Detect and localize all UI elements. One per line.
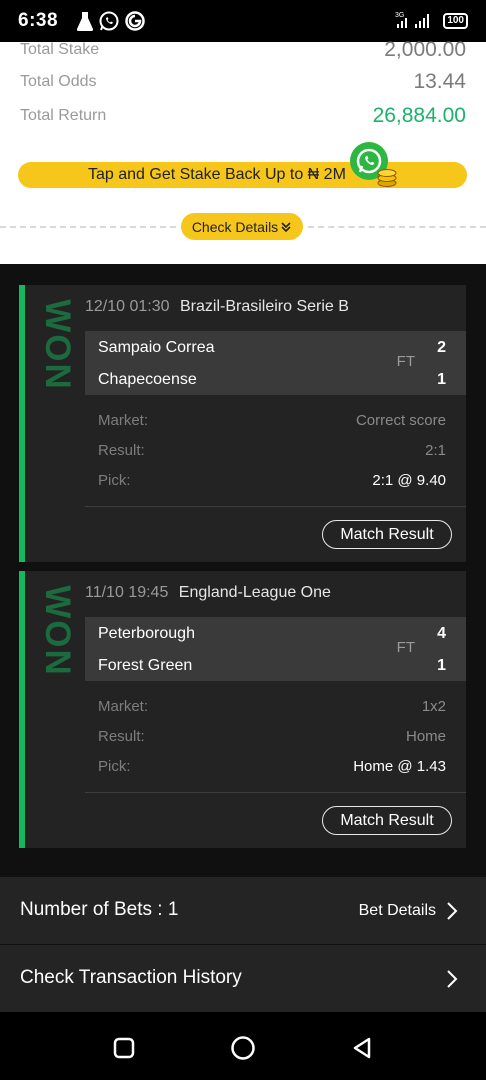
home-score: 2 — [437, 339, 446, 356]
signal-icon: 3G — [395, 12, 430, 28]
total-odds-label: Total Odds — [20, 73, 97, 90]
total-stake-label: Total Stake — [20, 41, 100, 58]
card-divider — [85, 792, 466, 793]
status-time: 6:38 — [18, 10, 59, 31]
ticket-summary: Total Stake 2,000.00 Total Odds 13.44 To… — [0, 38, 486, 264]
bet-details-label: Bet Details — [358, 902, 436, 919]
away-team: Forest Green — [98, 657, 193, 674]
battery-icon: 100 — [443, 13, 468, 29]
check-details-label: Check Details — [191, 218, 279, 235]
market-value: 1x2 — [421, 698, 446, 715]
result-row: Result: 2:1 — [98, 442, 446, 459]
win-indicator-bar — [19, 571, 25, 848]
status-app-icons — [76, 10, 146, 32]
pick-row: Pick: Home @ 1.43 — [98, 758, 446, 775]
win-indicator-bar — [19, 285, 25, 562]
away-score: 1 — [437, 371, 446, 388]
system-navigation-bar — [0, 1012, 486, 1080]
status-system-icons: 3G 100 — [395, 11, 468, 29]
bet-details-link[interactable]: Bet Details — [359, 901, 458, 921]
won-stamp: WON — [38, 584, 78, 677]
market-label: Market: — [98, 698, 149, 715]
bet-list-area: WON 12/10 01:30 Brazil-Brasileiro Serie … — [0, 264, 486, 1012]
pick-value: Home @ 1.43 — [353, 758, 446, 775]
won-stamp: WON — [38, 298, 78, 391]
number-of-bets-text: Number of Bets : 1 — [20, 899, 178, 921]
promo-text: Tap and Get Stake Back Up to ₦ 2M — [88, 166, 346, 183]
dashed-divider-right — [308, 226, 486, 228]
svg-text:3G: 3G — [395, 12, 404, 19]
card-divider — [85, 506, 466, 507]
result-row: Result: Home — [98, 728, 446, 745]
transaction-history-row[interactable]: Check Transaction History — [0, 945, 486, 1012]
market-row: Market: 1x2 — [98, 698, 446, 715]
bet-header: 11/10 19:45 England-League One — [85, 584, 331, 602]
match-datetime: 11/10 19:45 — [85, 584, 169, 601]
home-team: Peterborough — [98, 625, 195, 642]
total-odds-row: Total Odds 13.44 — [20, 70, 466, 94]
chevron-right-icon — [447, 902, 458, 920]
match-status: FT — [396, 353, 415, 370]
away-score: 1 — [437, 657, 446, 674]
stake-back-promo-banner[interactable]: Tap and Get Stake Back Up to ₦ 2M — [18, 142, 467, 188]
back-icon[interactable] — [350, 1036, 374, 1060]
total-return-value: 26,884.00 — [372, 104, 466, 127]
result-label: Result: — [98, 728, 145, 745]
home-icon[interactable] — [230, 1035, 256, 1061]
match-status: FT — [396, 639, 415, 656]
result-value: Home — [405, 728, 446, 745]
scoreboard: Sampaio Correa Chapecoense FT 2 1 — [85, 331, 466, 395]
total-stake-value: 2,000.00 — [384, 38, 466, 61]
number-of-bets-label: Number of Bets : — [20, 899, 163, 920]
bet-header: 12/10 01:30 Brazil-Brasileiro Serie B — [85, 298, 349, 316]
market-label: Market: — [98, 412, 149, 429]
bet-card: WON 12/10 01:30 Brazil-Brasileiro Serie … — [19, 285, 466, 562]
total-return-label: Total Return — [20, 107, 107, 124]
away-team: Chapecoense — [98, 371, 197, 388]
transaction-history-chevron — [446, 969, 458, 989]
check-details-button[interactable]: Check Details — [181, 213, 303, 240]
total-odds-value: 13.44 — [413, 70, 466, 93]
league-name: Brazil-Brasileiro Serie B — [179, 298, 349, 315]
match-result-button[interactable]: Match Result — [322, 806, 452, 835]
total-stake-row: Total Stake 2,000.00 — [20, 38, 466, 62]
pick-value: 2:1 @ 9.40 — [372, 472, 446, 489]
market-row: Market: Correct score — [98, 412, 446, 429]
league-name: England-League One — [178, 584, 331, 601]
number-of-bets-value: 1 — [167, 899, 179, 920]
double-chevron-down-icon — [281, 221, 291, 232]
result-label: Result: — [98, 442, 145, 459]
number-of-bets-row: Number of Bets : 1 Bet Details — [0, 877, 486, 944]
match-result-button[interactable]: Match Result — [322, 520, 452, 549]
whatsapp-coins-icon — [350, 142, 397, 187]
result-value: 2:1 — [425, 442, 446, 459]
flask-icon — [76, 12, 94, 31]
scoreboard: Peterborough Forest Green FT 4 1 — [85, 617, 466, 681]
app-logo-icon — [125, 11, 145, 31]
pick-row: Pick: 2:1 @ 9.40 — [98, 472, 446, 489]
bet-card: WON 11/10 19:45 England-League One Peter… — [19, 571, 466, 848]
home-team: Sampaio Correa — [98, 339, 215, 356]
whatsapp-icon — [99, 11, 119, 31]
chevron-right-icon — [447, 970, 458, 988]
market-value: Correct score — [355, 412, 446, 429]
home-score: 4 — [437, 625, 446, 642]
status-bar: 6:38 3G 100 — [0, 0, 486, 42]
pick-label: Pick: — [98, 758, 131, 775]
dashed-divider-left — [0, 226, 176, 228]
total-return-row: Total Return 26,884.00 — [20, 104, 466, 128]
transaction-history-label: Check Transaction History — [20, 967, 242, 988]
recent-apps-icon[interactable] — [113, 1037, 135, 1059]
match-datetime: 12/10 01:30 — [85, 298, 170, 315]
pick-label: Pick: — [98, 472, 131, 489]
